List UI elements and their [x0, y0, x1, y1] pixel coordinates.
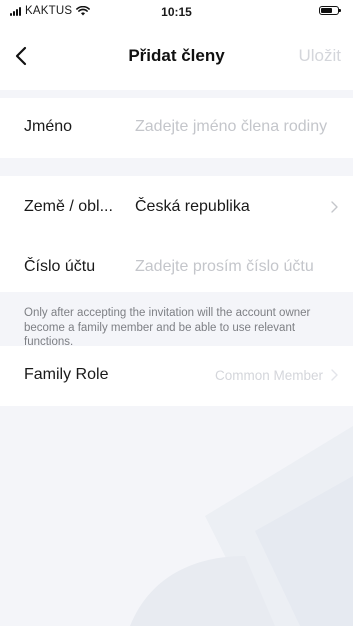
account-input[interactable]: Zadejte prosím číslo účtu [135, 258, 314, 276]
save-button[interactable]: Uložit [298, 46, 341, 66]
family-role-row[interactable]: Family Role Common Member [0, 352, 353, 400]
account-row[interactable]: Číslo účtu Zadejte prosím číslo účtu [0, 244, 353, 292]
family-role-label: Family Role [24, 366, 109, 383]
name-row[interactable]: Jméno Zadejte jméno člena rodiny [0, 104, 353, 152]
status-bar: KAKTUS 10:15 [0, 0, 353, 22]
name-section: Jméno Zadejte jméno člena rodiny [0, 98, 353, 158]
invitation-note: Only after accepting the invitation will… [24, 307, 311, 348]
role-section: Family Role Common Member [0, 346, 353, 406]
account-label: Číslo účtu [24, 258, 96, 275]
account-section: Země / obl... Česká republika Číslo účtu… [0, 176, 353, 292]
status-time: 10:15 [161, 5, 192, 19]
family-role-value: Common Member [214, 368, 323, 383]
region-label: Země / obl... [24, 198, 113, 215]
region-value: Česká republika [135, 198, 250, 215]
battery-icon [319, 6, 341, 15]
background-watermark [0, 406, 353, 626]
name-input[interactable]: Zadejte jméno člena rodiny [135, 118, 327, 136]
region-row[interactable]: Země / obl... Česká republika [0, 184, 353, 232]
chevron-right-icon [331, 369, 338, 381]
watermark-shape [130, 426, 353, 626]
chevron-right-icon [331, 201, 338, 213]
navigation-bar: Přidat členy Uložit [0, 22, 353, 90]
name-label: Jméno [24, 118, 73, 135]
